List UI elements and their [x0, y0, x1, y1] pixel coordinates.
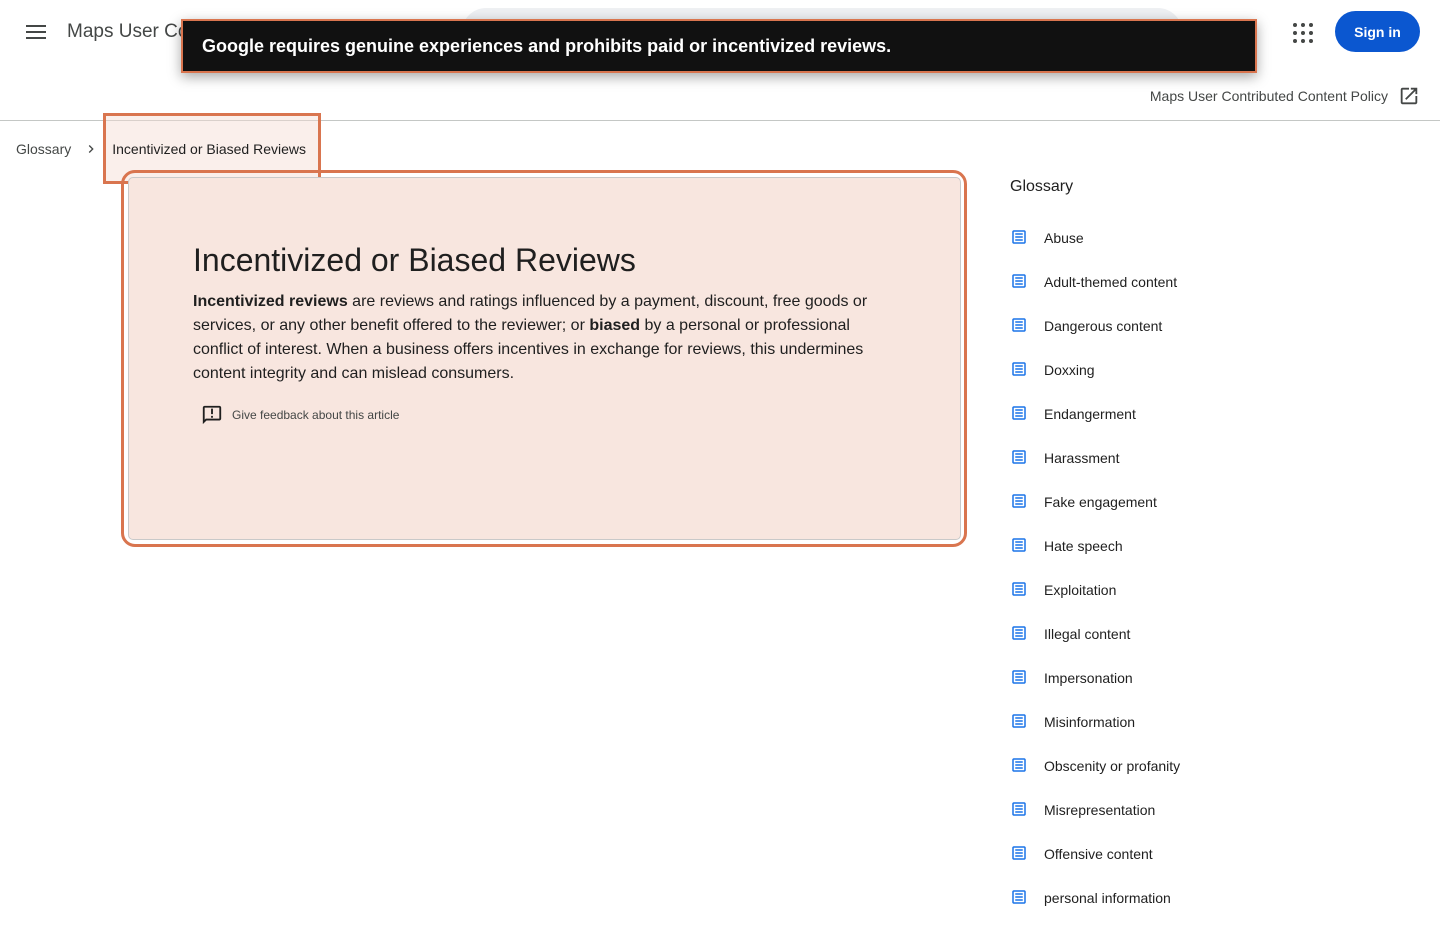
- glossary-item-label: Offensive content: [1044, 846, 1153, 862]
- article-icon: [1012, 494, 1026, 508]
- glossary-item-label: Misinformation: [1044, 714, 1136, 730]
- glossary-list: Abuse Adult-themed content Dangerous conte…: [1010, 226, 1180, 930]
- article-icon: [1012, 802, 1026, 816]
- glossary-item-label: Impersonation: [1044, 670, 1133, 686]
- glossary-item[interactable]: Abuse: [1010, 226, 1180, 270]
- glossary-item[interactable]: Hate speech: [1010, 534, 1180, 578]
- article-term-incentivized: Incentivized reviews: [193, 293, 348, 310]
- sidebar-heading: Glossary: [1010, 178, 1074, 195]
- article-icon: [1012, 582, 1026, 596]
- glossary-item[interactable]: Exploitation: [1010, 578, 1180, 622]
- glossary-item-label: Doxxing: [1044, 362, 1095, 378]
- feedback-link[interactable]: Give feedback about this article: [201, 404, 399, 426]
- glossary-item[interactable]: Doxxing: [1010, 358, 1180, 402]
- open-in-new-icon: [1400, 87, 1418, 105]
- glossary-item-label: personal information: [1044, 890, 1171, 906]
- article-icon: [1012, 406, 1026, 420]
- article-title: Incentivized or Biased Reviews: [193, 242, 636, 278]
- glossary-item-label: Misrepresentation: [1044, 802, 1156, 818]
- glossary-item-label: Hate speech: [1044, 538, 1123, 554]
- glossary-item-label: Harassment: [1044, 450, 1120, 466]
- article-icon: [1012, 846, 1026, 860]
- article-icon: [1012, 670, 1026, 684]
- article-icon: [1012, 890, 1026, 904]
- feedback-icon: [202, 405, 222, 425]
- article-icon: [1012, 758, 1026, 772]
- glossary-item[interactable]: Endangerment: [1010, 402, 1180, 446]
- article-icon: [1012, 538, 1026, 552]
- glossary-item-label: Endangerment: [1044, 406, 1136, 422]
- glossary-item[interactable]: Adult-themed content: [1010, 270, 1180, 314]
- article-icon: [1012, 230, 1026, 244]
- article-term-biased: biased: [589, 317, 641, 334]
- glossary-item[interactable]: personal information: [1010, 886, 1180, 930]
- glossary-item-label: Dangerous content: [1044, 318, 1163, 334]
- glossary-item-label: Fake engagement: [1044, 494, 1157, 510]
- policy-link[interactable]: Maps User Contributed Content Policy: [1150, 84, 1420, 108]
- glossary-item[interactable]: Illegal content: [1010, 622, 1180, 666]
- glossary-item[interactable]: Dangerous content: [1010, 314, 1180, 358]
- article-card: Incentivized or Biased Reviews Incentivi…: [128, 177, 961, 540]
- app-title[interactable]: Maps User Co: [67, 21, 188, 43]
- glossary-item[interactable]: Harassment: [1010, 446, 1180, 490]
- policy-link-label: Maps User Contributed Content Policy: [1149, 88, 1388, 104]
- glossary-item[interactable]: Fake engagement: [1010, 490, 1180, 534]
- glossary-item[interactable]: Impersonation: [1010, 666, 1180, 710]
- feedback-label: Give feedback about this article: [232, 408, 400, 422]
- glossary-item-label: Adult-themed content: [1044, 274, 1178, 290]
- sign-in-button[interactable]: Sign in: [1335, 11, 1420, 52]
- article-icon: [1012, 362, 1026, 376]
- article-icon: [1012, 626, 1026, 640]
- article-icon: [1012, 714, 1026, 728]
- article-icon: [1012, 274, 1026, 288]
- glossary-item[interactable]: Misinformation: [1010, 710, 1180, 754]
- breadcrumb: Glossary Incentivized or Biased Reviews: [16, 138, 306, 160]
- chevron-right-icon: [88, 145, 94, 153]
- breadcrumb-current: Incentivized or Biased Reviews: [112, 141, 306, 157]
- apps-grid-icon[interactable]: [1287, 17, 1319, 49]
- glossary-item-label: Abuse: [1044, 230, 1084, 246]
- glossary-item-label: Exploitation: [1044, 582, 1117, 598]
- breadcrumb-glossary-link[interactable]: Glossary: [16, 141, 71, 157]
- article-icon: [1012, 318, 1026, 332]
- toast-banner: Google requires genuine experiences and …: [181, 19, 1257, 73]
- article-icon: [1012, 450, 1026, 464]
- glossary-item[interactable]: Offensive content: [1010, 842, 1180, 886]
- glossary-item-label: Illegal content: [1044, 626, 1131, 642]
- article-body: Incentivized reviews are reviews and rat…: [193, 290, 903, 386]
- glossary-item-label: Obscenity or profanity: [1044, 758, 1181, 774]
- hamburger-menu-icon[interactable]: [18, 14, 54, 50]
- glossary-item[interactable]: Obscenity or profanity: [1010, 754, 1180, 798]
- glossary-item[interactable]: Misrepresentation: [1010, 798, 1180, 842]
